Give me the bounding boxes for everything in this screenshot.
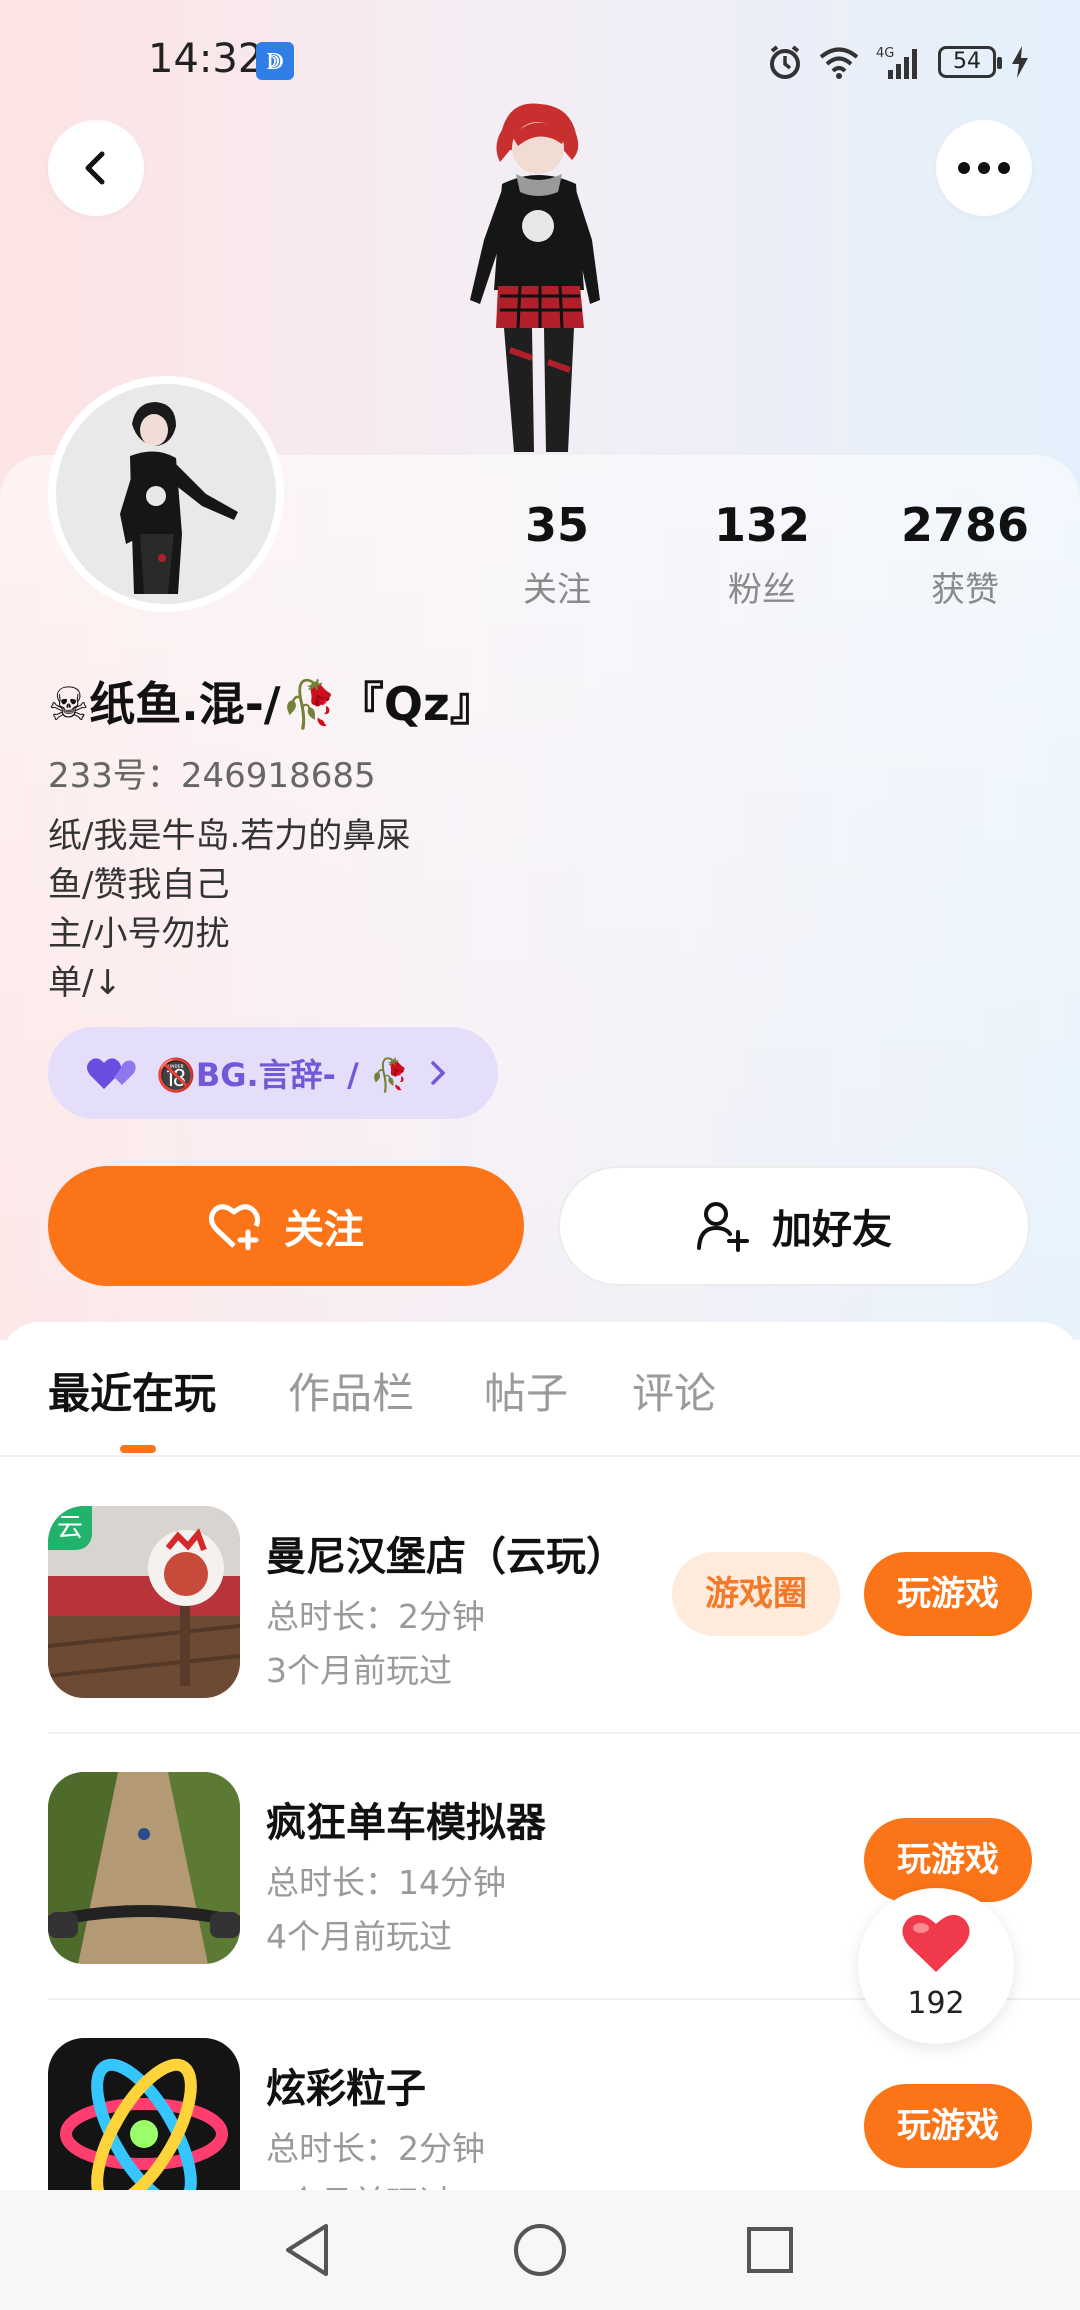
chevron-right-icon <box>431 1061 446 1085</box>
charging-icon <box>1012 46 1028 78</box>
game-list-item[interactable]: 云 曼尼汉堡店（云玩） 总时长：2分钟 3个月前玩过 游戏圈 玩游戏 <box>48 1456 1080 1722</box>
status-time: 14:32 <box>148 36 264 82</box>
user-name: ☠纸鱼.混-/🥀『Qz』 <box>48 677 496 731</box>
battery-icon: 54 <box>938 46 1002 78</box>
game-duration: 总时长：2分钟 <box>266 2129 485 2168</box>
profile-tabs: 最近在玩 作品栏 帖子 评论 <box>0 1360 1080 1456</box>
active-tab-indicator <box>120 1445 156 1453</box>
bio-line: 鱼/赞我自己 <box>48 865 230 905</box>
follow-label: 关注 <box>284 1207 364 1253</box>
play-game-button[interactable]: 玩游戏 <box>864 2084 1032 2168</box>
relationship-chip[interactable]: 🔞BG.言辞- / 🥀 <box>48 1027 498 1119</box>
tab-comments[interactable]: 评论 <box>632 1360 716 1421</box>
system-navigation-bar <box>0 2190 1080 2310</box>
avatar-image <box>56 384 276 604</box>
game-icon-bike-simulator <box>48 1772 240 1964</box>
bio-line: 主/小号勿扰 <box>48 914 230 954</box>
app-notification-icon: ↇ <box>256 42 294 80</box>
follow-button[interactable]: 关注 <box>48 1166 524 1286</box>
game-last-played: 3个月前玩过 <box>266 1651 452 1690</box>
game-icon-burger-shop: 云 <box>48 1506 240 1698</box>
likes-count: 2786 <box>900 498 1030 552</box>
user-id-label: 233号： <box>48 756 181 796</box>
add-friend-label: 加好友 <box>772 1207 892 1253</box>
avatar[interactable] <box>48 376 284 612</box>
game-duration: 总时长：2分钟 <box>266 1597 485 1636</box>
stat-likes[interactable]: 2786 获赞 <box>880 498 1050 611</box>
triangle-back-icon <box>286 2224 328 2276</box>
square-recents-icon <box>747 2227 793 2273</box>
game-title: 曼尼汉堡店（云玩） <box>266 1534 626 1580</box>
likes-label: 获赞 <box>931 570 999 610</box>
svg-text:4G: 4G <box>876 46 894 61</box>
play-game-button[interactable]: 玩游戏 <box>864 1552 1032 1636</box>
game-duration: 总时长：14分钟 <box>266 1863 506 1902</box>
cellular-signal-icon: 4G <box>876 46 917 79</box>
circle-home-icon <box>514 2224 566 2276</box>
profile-page: 14:32 ↇ 4G 54 35 关注 132 粉丝 2786 获赞 ☠纸鱼.混… <box>0 0 1080 2310</box>
nav-home-button[interactable] <box>480 2190 600 2310</box>
tab-works[interactable]: 作品栏 <box>288 1360 414 1421</box>
more-options-button[interactable] <box>936 120 1032 216</box>
following-count: 35 <box>524 498 589 552</box>
more-dots-icon <box>958 162 1010 174</box>
user-id[interactable]: 233号：246918685 <box>48 748 376 797</box>
cloud-play-badge: 云 <box>48 1506 92 1550</box>
stat-followers[interactable]: 132 粉丝 <box>677 498 847 611</box>
bio-line: 纸/我是牛岛.若力的鼻屎 <box>48 816 411 856</box>
relationship-text: 🔞BG.言辞- / 🥀 <box>156 1056 410 1094</box>
game-title: 炫彩粒子 <box>266 2066 426 2112</box>
user-id-value: 246918685 <box>180 756 376 796</box>
heart-icon <box>902 1914 970 1972</box>
tab-recently-played[interactable]: 最近在玩 <box>48 1360 216 1421</box>
following-label: 关注 <box>523 570 591 610</box>
wifi-icon <box>819 47 859 79</box>
game-circle-button[interactable]: 游戏圈 <box>672 1552 840 1636</box>
game-last-played: 4个月前玩过 <box>266 1917 452 1956</box>
status-indicators: 4G 54 <box>766 40 1030 84</box>
tab-posts[interactable]: 帖子 <box>484 1360 568 1421</box>
character-figure-image <box>470 103 600 452</box>
game-title: 疯狂单车模拟器 <box>266 1800 546 1846</box>
followers-count: 132 <box>713 498 811 552</box>
nav-recents-button[interactable] <box>710 2190 830 2310</box>
user-bio: 纸/我是牛岛.若力的鼻屎 鱼/赞我自己 主/小号勿扰 单/↓ <box>48 812 410 1008</box>
add-user-icon <box>697 1202 749 1252</box>
stat-following[interactable]: 35 关注 <box>472 498 642 611</box>
like-count: 192 <box>907 1986 965 2021</box>
avatar-character-image <box>120 402 238 594</box>
hearts-icon <box>87 1058 136 1089</box>
chevron-left-icon <box>85 151 105 185</box>
bio-line: 单/↓ <box>48 963 122 1003</box>
heart-plus-icon <box>208 1204 261 1250</box>
like-float-button[interactable]: 192 <box>858 1888 1014 2044</box>
nav-back-button[interactable] <box>248 2190 368 2310</box>
add-friend-button[interactable]: 加好友 <box>558 1166 1030 1286</box>
back-button[interactable] <box>48 120 144 216</box>
alarm-icon <box>770 45 800 79</box>
followers-label: 粉丝 <box>728 570 796 610</box>
